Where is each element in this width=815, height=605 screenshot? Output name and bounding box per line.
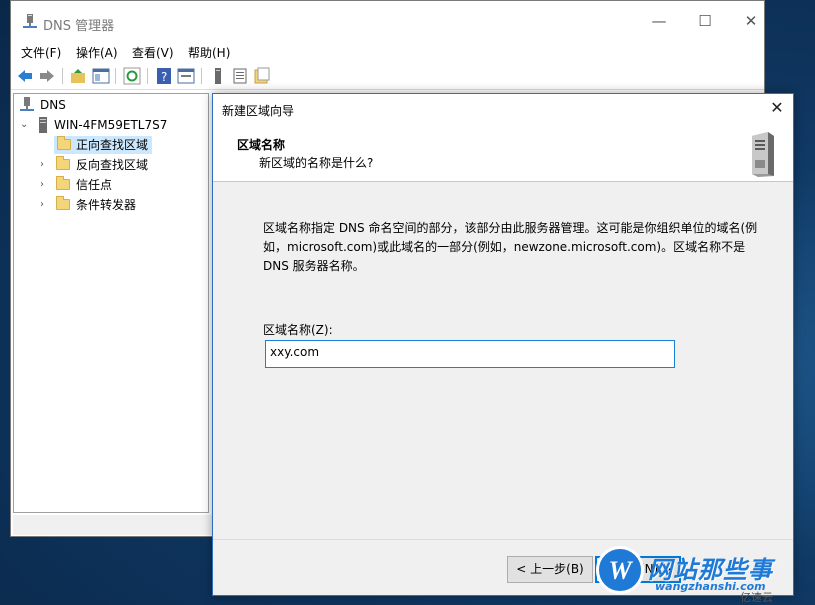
maximize-button[interactable]: ☐ (687, 9, 723, 33)
toolbar-separator (62, 68, 63, 84)
console-tree: DNS ⌄ WIN-4FM59ETL7S7 正向查找区域 › 反向查找区域 › … (13, 93, 209, 513)
folder-icon (56, 156, 70, 170)
tree-item-server[interactable]: ⌄ WIN-4FM59ETL7S7 (20, 116, 205, 134)
menu-bar: 文件(F) 操作(A) 查看(V) 帮助(H) (11, 41, 764, 63)
menu-file[interactable]: 文件(F) (21, 44, 61, 61)
menu-action[interactable]: 操作(A) (76, 44, 118, 61)
refresh-icon[interactable] (123, 67, 141, 85)
wizard-body: 区域名称指定 DNS 命名空间的部分，该部分由此服务器管理。这可能是你组织单位的… (213, 183, 793, 533)
tree-label: 条件转发器 (76, 198, 137, 212)
tree-label: 正向查找区域 (76, 138, 149, 152)
window-title: DNS 管理器 (43, 19, 115, 34)
tree-label: 信任点 (76, 178, 113, 192)
tree-item-conditional-forwarders[interactable]: › 条件转发器 (40, 196, 190, 214)
dialog-title: 新建区域向导 (222, 104, 295, 118)
watermark-logo: W (596, 546, 644, 594)
folder-icon (57, 136, 71, 150)
watermark-logo-letter: W (608, 556, 632, 585)
server-icon[interactable] (209, 67, 227, 85)
chevron-right-icon[interactable]: › (40, 156, 52, 174)
wizard-page-subtitle: 新区域的名称是什么? (259, 156, 374, 170)
menu-view[interactable]: 查看(V) (132, 44, 174, 61)
toolbar-separator (201, 68, 202, 84)
toolbar: ? (11, 64, 764, 90)
dns-app-icon (23, 14, 37, 28)
zone-name-input[interactable]: xxy.com (265, 340, 675, 368)
new-zone-wizard-dialog: 新建区域向导 ✕ 区域名称 新区域的名称是什么? 区域名称指定 DNS 命名空间… (212, 93, 794, 596)
minimize-button[interactable]: — (641, 9, 677, 33)
show-hide-console-tree-icon[interactable] (92, 67, 110, 85)
wizard-page-title: 区域名称 (237, 138, 286, 152)
tree-item-forward-lookup-zones[interactable]: 正向查找区域 (54, 136, 152, 154)
svg-text:?: ? (161, 70, 167, 84)
zone-name-description: 区域名称指定 DNS 命名空间的部分，该部分由此服务器管理。这可能是你组织单位的… (263, 221, 758, 273)
server-tower-icon (752, 132, 774, 177)
watermark-yisu: 亿速云 (740, 591, 773, 604)
tree-item-reverse-lookup-zones[interactable]: › 反向查找区域 (40, 156, 190, 174)
zone-icon[interactable] (253, 67, 271, 85)
toolbar-separator (115, 68, 116, 84)
chevron-right-icon[interactable]: › (40, 176, 52, 194)
tree-item-dns-root[interactable]: DNS (18, 96, 198, 114)
wizard-header: 区域名称 新区域的名称是什么? (213, 122, 793, 182)
dialog-close-button[interactable]: ✕ (767, 98, 787, 118)
tree-label: 反向查找区域 (76, 158, 149, 172)
folder-icon (56, 176, 70, 190)
back-button[interactable]: < 上一步(B) (507, 556, 593, 583)
toolbar-separator (147, 68, 148, 84)
folder-icon (56, 196, 70, 210)
help-icon[interactable]: ? (155, 67, 173, 85)
chevron-down-icon[interactable]: ⌄ (20, 116, 32, 134)
properties-icon[interactable] (177, 67, 195, 85)
server-icon (39, 117, 47, 133)
list-icon[interactable] (231, 67, 249, 85)
dialog-title-bar: 新建区域向导 ✕ (213, 94, 793, 122)
tree-item-trust-points[interactable]: › 信任点 (40, 176, 190, 194)
menu-help[interactable]: 帮助(H) (188, 44, 230, 61)
up-folder-icon[interactable] (69, 67, 87, 85)
forward-arrow-icon[interactable] (38, 67, 56, 85)
tree-label: WIN-4FM59ETL7S7 (54, 118, 168, 132)
title-bar: DNS 管理器 — ☐ ✕ (11, 1, 764, 39)
close-button[interactable]: ✕ (733, 9, 769, 33)
dns-icon (20, 97, 34, 111)
tree-label: DNS (40, 98, 66, 112)
back-arrow-icon[interactable] (16, 67, 34, 85)
zone-name-label: 区域名称(Z): (263, 323, 333, 337)
chevron-right-icon[interactable]: › (40, 196, 52, 214)
